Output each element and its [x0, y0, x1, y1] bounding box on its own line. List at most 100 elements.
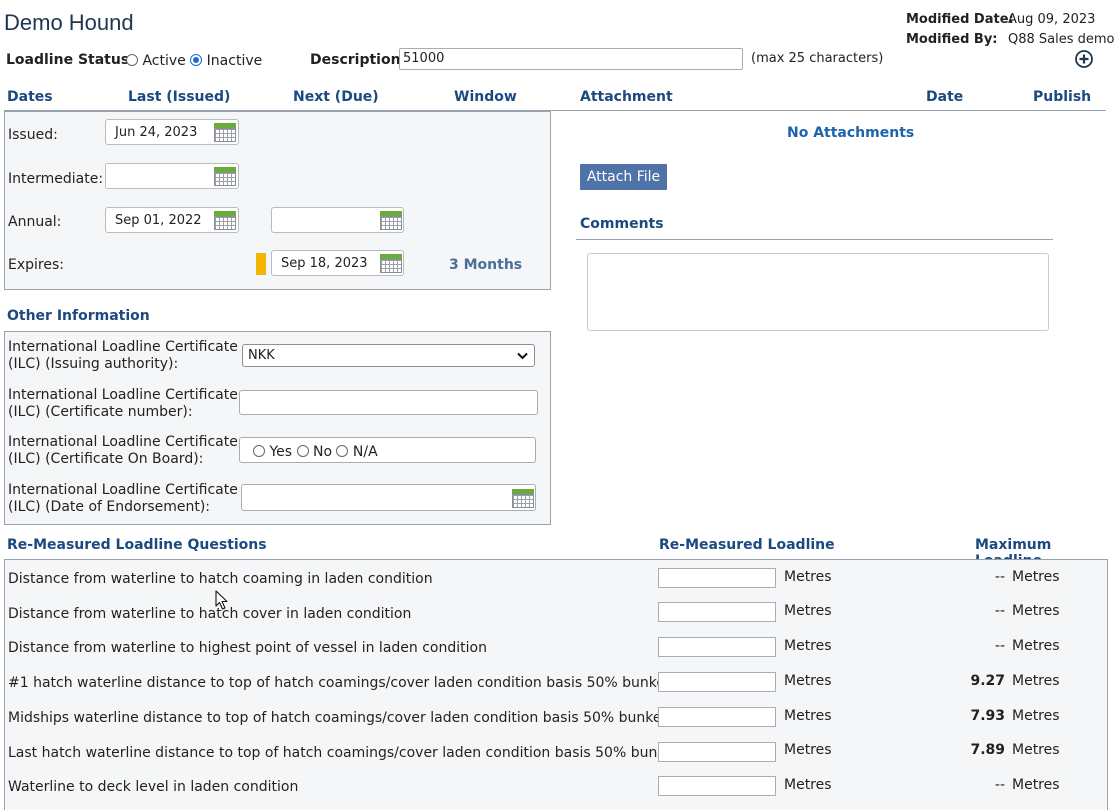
remeasured-questions-header: Re-Measured Loadline Questions [7, 537, 267, 553]
remeasured-question: Distance from waterline to hatch coaming… [8, 571, 433, 587]
unit-label: Metres [784, 569, 832, 585]
description-input[interactable]: 51000 [399, 48, 743, 70]
comments-header: Comments [580, 216, 664, 232]
page-title: Demo Hound [4, 10, 134, 35]
unit-label: Metres [784, 638, 832, 654]
cert-number-input[interactable] [239, 390, 538, 415]
attachment-date-header: Date [926, 89, 964, 105]
issued-label: Issued: [8, 127, 58, 143]
max-loadline-value: -- [994, 777, 1005, 793]
unit-label: Metres [784, 673, 832, 689]
unit-label: Metres [784, 742, 832, 758]
calendar-icon[interactable] [214, 167, 236, 186]
remeasured-loadline-header: Re-Measured Loadline [659, 537, 835, 553]
remeasured-value-input[interactable] [658, 602, 776, 622]
remeasured-value-input[interactable] [658, 672, 776, 692]
add-circle-icon[interactable] [1075, 50, 1093, 68]
remeasured-value-input[interactable] [658, 707, 776, 727]
expires-window-value: 3 Months [449, 257, 523, 273]
max-unit-label: Metres [1012, 638, 1060, 654]
unit-label: Metres [784, 777, 832, 793]
max-unit-label: Metres [1012, 569, 1060, 585]
attachment-publish-header: Publish [1033, 89, 1092, 105]
issuing-authority-label-line2: (ILC) (Issuing authority): [8, 356, 179, 372]
cert-onboard-label-line1: International Loadline Certificate [8, 434, 238, 450]
remeasured-question: #1 hatch waterline distance to top of ha… [8, 675, 679, 691]
max-loadline-value: -- [994, 638, 1005, 654]
no-attachments-text: No Attachments [787, 125, 915, 141]
comments-textarea[interactable] [587, 253, 1049, 331]
remeasured-question: Waterline to deck level in laden conditi… [8, 779, 299, 795]
attachment-header: Attachment [580, 89, 673, 105]
cert-number-label-line2: (ILC) (Certificate number): [8, 404, 193, 420]
max-unit-label: Metres [1012, 777, 1060, 793]
status-inactive-radio[interactable] [190, 54, 203, 66]
max-unit-label: Metres [1012, 708, 1060, 724]
max-unit-label: Metres [1012, 742, 1060, 758]
status-radio-group: Active Inactive [126, 53, 262, 69]
cert-onboard-label: International Loadline Certificate (ILC)… [8, 434, 238, 468]
max-loadline-value: 7.93 [970, 708, 1005, 724]
cert-onboard-radio-group: Yes No N/A [239, 437, 536, 463]
cert-onboard-na-label: N/A [352, 444, 378, 460]
remeasured-question: Distance from waterline to highest point… [8, 640, 487, 656]
modified-date-value: Aug 09, 2023 [1008, 12, 1096, 27]
remeasured-value-input[interactable] [658, 637, 776, 657]
modified-by-label: Modified By: [906, 32, 998, 47]
expiry-warning-flag [256, 253, 266, 275]
cert-number-label-line1: International Loadline Certificate [8, 387, 238, 403]
endorsement-label-line1: International Loadline Certificate [8, 482, 238, 498]
remeasured-question: Midships waterline distance to top of ha… [8, 710, 675, 726]
remeasured-value-input[interactable] [658, 568, 776, 588]
next-due-header: Next (Due) [293, 89, 379, 105]
remeasured-question: Last hatch waterline distance to top of … [8, 745, 687, 761]
calendar-icon[interactable] [380, 254, 402, 273]
endorsement-label: International Loadline Certificate (ILC)… [8, 482, 238, 516]
endorsement-label-line2: (ILC) (Date of Endorsement): [8, 499, 211, 515]
other-info-header: Other Information [7, 308, 150, 324]
issuing-authority-value: NKK [248, 348, 275, 363]
endorsement-date-input[interactable] [241, 484, 536, 511]
calendar-icon[interactable] [512, 489, 534, 508]
cert-onboard-no-radio[interactable] [296, 445, 309, 457]
comments-rule [576, 239, 1053, 240]
expires-label: Expires: [8, 257, 64, 273]
issuing-authority-select[interactable]: NKK [242, 344, 535, 367]
remeasured-value-input[interactable] [658, 742, 776, 762]
max-unit-label: Metres [1012, 673, 1060, 689]
cert-number-label: International Loadline Certificate (ILC)… [8, 387, 238, 421]
annual-label: Annual: [8, 214, 62, 230]
description-hint: (max 25 characters) [751, 51, 884, 66]
cert-onboard-yes-radio[interactable] [253, 445, 265, 457]
max-loadline-value: 9.27 [970, 673, 1005, 689]
status-inactive-label: Inactive [206, 53, 263, 69]
modified-date-label: Modified Date: [906, 12, 1014, 27]
status-active-radio[interactable] [126, 54, 138, 66]
unit-label: Metres [784, 603, 832, 619]
max-loadline-value: 7.89 [970, 742, 1005, 758]
last-issued-header: Last (Issued) [128, 89, 231, 105]
window-header: Window [454, 89, 517, 105]
cert-onboard-no-label: No [312, 444, 333, 460]
remeasured-question: Distance from waterline to hatch cover i… [8, 606, 412, 622]
mouse-cursor-icon [215, 590, 229, 615]
attach-file-button[interactable]: Attach File [580, 164, 667, 190]
cert-onboard-na-radio[interactable] [336, 445, 349, 457]
status-active-label: Active [142, 53, 186, 69]
loadline-status-label: Loadline Status: [6, 52, 135, 68]
max-loadline-value: -- [994, 603, 1005, 619]
max-loadline-value: -- [994, 569, 1005, 585]
max-unit-label: Metres [1012, 603, 1060, 619]
modified-by-value: Q88 Sales demo [1008, 32, 1115, 47]
intermediate-label: Intermediate: [8, 171, 104, 187]
remeasured-value-input[interactable] [658, 776, 776, 796]
issuing-authority-label: International Loadline Certificate (ILC)… [8, 339, 238, 373]
description-label: Description: [310, 52, 407, 68]
dates-header: Dates [7, 89, 53, 105]
attachment-rule [576, 110, 1106, 111]
calendar-icon[interactable] [380, 211, 402, 230]
chevron-down-icon [517, 352, 528, 360]
calendar-icon[interactable] [214, 211, 236, 230]
calendar-icon[interactable] [214, 123, 236, 142]
issuing-authority-label-line1: International Loadline Certificate [8, 339, 238, 355]
